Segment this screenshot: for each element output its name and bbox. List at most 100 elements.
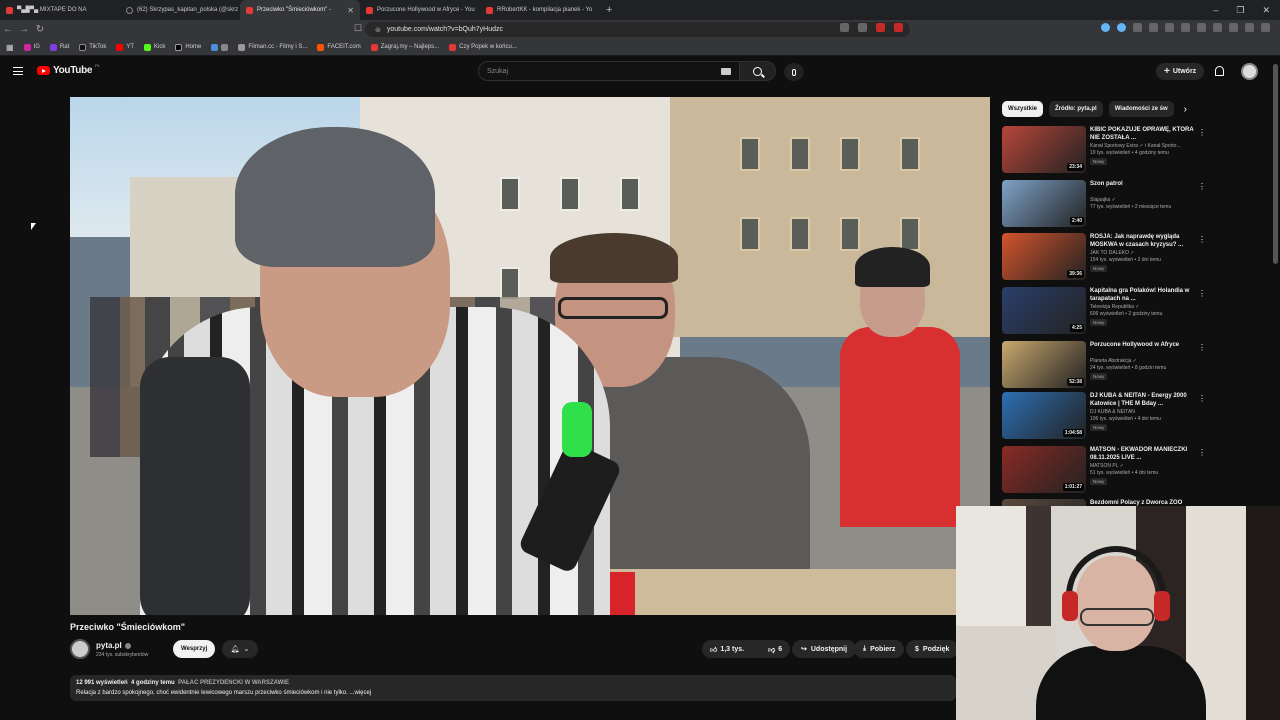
bookmark-item[interactable]: Czy Popek w końcu... xyxy=(449,43,517,51)
chip-news[interactable]: Wiadomości ze św xyxy=(1108,101,1174,117)
side-panel-icon[interactable] xyxy=(1181,23,1190,32)
bookmark-item[interactable] xyxy=(211,43,229,51)
video-thumbnail[interactable]: 23:34 xyxy=(1002,126,1086,173)
bookmark-item[interactable]: Zagraj.my – Najleps... xyxy=(370,43,439,51)
back-icon[interactable]: ← xyxy=(0,24,16,35)
more-options-icon[interactable]: ⋮ xyxy=(1198,182,1206,191)
extension-icon[interactable] xyxy=(1133,23,1142,32)
support-button[interactable]: Wesprzyj xyxy=(173,640,216,658)
chevron-right-icon[interactable]: › xyxy=(1184,104,1187,115)
recommendation-channel[interactable]: Telewizja Republika ✓ xyxy=(1090,304,1200,310)
tab-close-icon[interactable]: ✕ xyxy=(347,6,354,15)
recommendation-item[interactable]: 39:36 ROSJA: Jak naprawdę wygląda MOSKWA … xyxy=(1002,233,1242,283)
shield-icon[interactable] xyxy=(1229,23,1238,32)
recommendation-channel[interactable]: MATSON PL ✓ xyxy=(1090,463,1200,469)
bookmark-item[interactable]: TikTok xyxy=(79,43,106,51)
recommendation-item[interactable]: 2:40 Szon patrol Slajaajka ✓ 77 tys. wyświe… xyxy=(1002,180,1242,230)
account-avatar[interactable] xyxy=(1241,63,1258,80)
recommendation-item[interactable]: 23:34 KIBIC POKAZUJE OPRAWĘ, KTÓRA NIE ZO… xyxy=(1002,126,1242,176)
more-options-icon[interactable]: ⋮ xyxy=(1198,394,1206,403)
recommendation-channel[interactable]: JAK TO DALEKO ✓ xyxy=(1090,250,1200,256)
bookmark-item[interactable]: YT xyxy=(116,43,134,51)
thanks-button[interactable]: $ Podzięk xyxy=(906,640,959,658)
browser-tab[interactable]: Porzucone Hollywood w Afryce - You xyxy=(360,0,480,20)
recommendation-item[interactable]: 52:38 Porzucone Hollywood w Afryce Planeta… xyxy=(1002,341,1242,391)
notifications-bell-icon[interactable] xyxy=(1215,66,1224,76)
search-button[interactable] xyxy=(740,61,776,81)
recommendation-channel[interactable]: Kanał Sportowy Extra ✓ i Kanał Sporto... xyxy=(1090,143,1200,149)
video-thumbnail[interactable]: 1:01:27 xyxy=(1002,446,1086,493)
maximize-button[interactable]: ❐ xyxy=(1236,5,1244,16)
chip-all[interactable]: Wszystkie xyxy=(1002,101,1044,117)
recommendation-channel[interactable]: DJ KUBA & NEITAN xyxy=(1090,409,1200,415)
extensions-puzzle-icon[interactable] xyxy=(1197,23,1206,32)
recommendation-item[interactable]: 4:25 Kapitalna gra Polaków! Holandia w ta… xyxy=(1002,287,1242,337)
downloads-icon[interactable] xyxy=(1245,23,1254,32)
search-input[interactable]: Szukaj xyxy=(478,61,740,81)
page-scrollbar[interactable] xyxy=(1273,64,1278,264)
extension-icon[interactable] xyxy=(1101,23,1110,32)
more-options-icon[interactable]: ⋮ xyxy=(1198,448,1206,457)
recommendation-title[interactable]: MATSON - EKWADOR MANIECZKI 08.11.2025 LI… xyxy=(1090,446,1200,462)
bookmark-star-icon[interactable]: ☐ xyxy=(354,23,362,34)
share-page-icon[interactable] xyxy=(858,23,867,32)
browser-tab[interactable]: ▀▄█▀▄ MIXTAPE DO NA xyxy=(0,0,120,20)
share-button[interactable]: ↪ Udostępnij xyxy=(792,640,857,658)
recommendation-item[interactable]: 1:04:58 DJ KUBA & NEITAN - Energy 2000 Ka… xyxy=(1002,392,1242,442)
keyboard-icon[interactable] xyxy=(721,68,731,75)
channel-name[interactable]: pyta.pl xyxy=(96,641,131,650)
video-thumbnail[interactable]: 1:04:58 xyxy=(1002,392,1086,439)
video-thumbnail[interactable]: 52:38 xyxy=(1002,341,1086,388)
bookmark-item[interactable]: Home xyxy=(175,43,201,51)
more-options-icon[interactable]: ⋮ xyxy=(1198,343,1206,352)
dislike-button[interactable]: 👎︎ 6 xyxy=(760,640,790,658)
profile-icon[interactable] xyxy=(1213,23,1222,32)
subscription-bell-button[interactable]: 🔔︎ ⌄ xyxy=(222,640,258,658)
browser-tab[interactable]: (62) Skrzypas_kapitan_polska (@skrz xyxy=(120,0,240,20)
more-options-icon[interactable]: ⋮ xyxy=(1198,235,1206,244)
extension-icon[interactable] xyxy=(1117,23,1126,32)
recommendation-item[interactable]: 1:01:27 MATSON - EKWADOR MANIECZKI 08.11.… xyxy=(1002,446,1242,496)
extension-icon[interactable] xyxy=(1149,23,1158,32)
recommendation-title[interactable]: Kapitalna gra Polaków! Holandia w tarapa… xyxy=(1090,287,1200,303)
recommendation-title[interactable]: DJ KUBA & NEITAN - Energy 2000 Katowice … xyxy=(1090,392,1200,408)
video-player[interactable] xyxy=(70,97,990,615)
bookmark-item[interactable]: Filman.cc - Filmy i S... xyxy=(238,43,307,51)
more-options-icon[interactable]: ⋮ xyxy=(1198,289,1206,298)
extension-icon[interactable] xyxy=(876,23,885,32)
video-thumbnail[interactable]: 39:36 xyxy=(1002,233,1086,280)
menu-kebab-icon[interactable] xyxy=(1261,23,1270,32)
recommendation-channel[interactable]: Planeta Abstrakcja ✓ xyxy=(1090,358,1200,364)
more-options-icon[interactable]: ⋮ xyxy=(1198,128,1206,137)
bookmark-item[interactable]: Kick xyxy=(144,43,165,51)
video-thumbnail[interactable]: 2:40 xyxy=(1002,180,1086,227)
forward-icon[interactable]: → xyxy=(16,24,32,35)
minimize-button[interactable]: – xyxy=(1213,5,1218,15)
reload-icon[interactable]: ↻ xyxy=(32,24,48,35)
bookmark-item[interactable]: Rat xyxy=(49,43,69,51)
youtube-logo[interactable]: YouTube PL xyxy=(37,63,100,76)
media-icon[interactable] xyxy=(1165,23,1174,32)
alert-extension-icon[interactable] xyxy=(894,23,903,32)
recommendation-title[interactable]: Szon patrol xyxy=(1090,180,1200,188)
recommendation-title[interactable]: Porzucone Hollywood w Afryce xyxy=(1090,341,1200,349)
menu-hamburger-icon[interactable] xyxy=(13,67,23,75)
url-bar[interactable]: ⊜ youtube.com/watch?v=bQuh7yHudzc xyxy=(365,22,910,37)
browser-tab[interactable]: RRobertKK - kompilacja pianek - Yo xyxy=(480,0,600,20)
recommendation-title[interactable]: KIBIC POKAZUJE OPRAWĘ, KTÓRA NIE ZOSTAŁA… xyxy=(1090,126,1200,142)
recommendation-channel[interactable]: Slajaajka ✓ xyxy=(1090,197,1200,203)
location-tag[interactable]: PAŁAC PREZYDENCKI W WARSZAWIE xyxy=(178,680,289,686)
create-button[interactable]: + Utwórz xyxy=(1156,63,1205,80)
channel-avatar[interactable] xyxy=(70,639,90,659)
site-info-icon[interactable]: ⊜ xyxy=(375,26,381,34)
recommendation-title[interactable]: ROSJA: Jak naprawdę wygląda MOSKWA w cza… xyxy=(1090,233,1200,249)
close-window-button[interactable]: ✕ xyxy=(1262,5,1270,16)
browser-tab-active[interactable]: Przeciwko "Śmieciówkom" - ✕ xyxy=(240,0,360,20)
video-thumbnail[interactable]: 4:25 xyxy=(1002,287,1086,334)
voice-search-button[interactable] xyxy=(784,63,804,81)
apps-grid-icon[interactable]: ▦ xyxy=(6,43,14,52)
bookmark-item[interactable]: FACEIT.com xyxy=(317,43,361,51)
chip-source[interactable]: Źródło: pyta.pl xyxy=(1049,101,1103,117)
cast-icon[interactable] xyxy=(840,23,849,32)
new-tab-button[interactable]: + xyxy=(600,4,618,16)
